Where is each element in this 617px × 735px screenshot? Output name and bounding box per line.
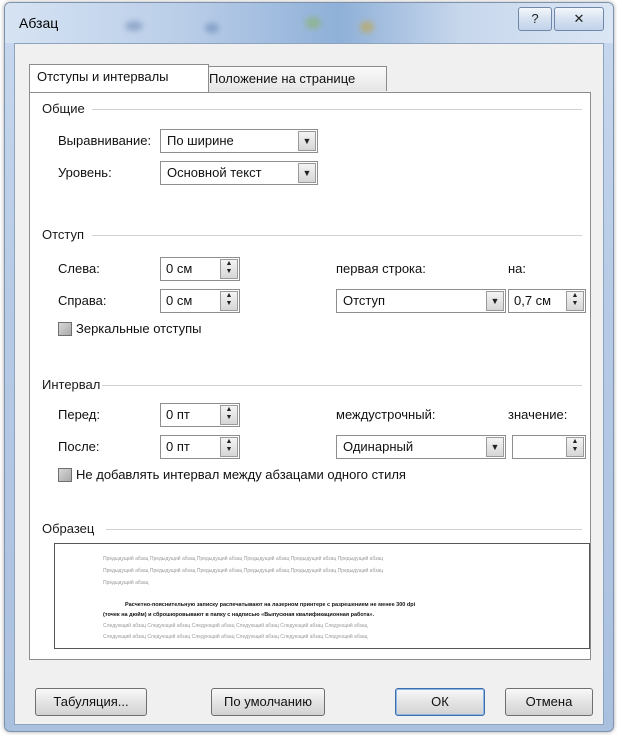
first-line-label: первая строка: <box>336 261 426 276</box>
preview-main-line: Расчетно-пояснительную записку распечаты… <box>125 602 416 608</box>
preview-prev-line: Предыдущий абзац Предыдущий абзац Предыд… <box>103 556 384 562</box>
tab-label: Отступы и интервалы <box>37 69 169 84</box>
divider <box>102 385 582 386</box>
no-space-same-style-label: Не добавлять интервал между абзацами одн… <box>76 467 406 482</box>
spinner-arrows-icon[interactable]: ▲ ▼ <box>220 437 238 457</box>
spacing-after-input[interactable]: 0 пт ▲ ▼ <box>160 435 240 459</box>
tabs-button[interactable]: Табуляция... <box>35 688 147 716</box>
tab-indents-spacing[interactable]: Отступы и интервалы <box>29 64 209 92</box>
background-blur <box>360 21 374 33</box>
spinner-arrows-icon[interactable]: ▲ ▼ <box>566 291 584 311</box>
chevron-down-icon[interactable]: ▼ <box>486 291 504 311</box>
set-default-button[interactable]: По умолчанию <box>211 688 325 716</box>
preview-next-line: Следующий абзац Следующий абзац Следующи… <box>103 623 368 629</box>
spacing-after-value: 0 пт <box>166 439 190 454</box>
divider <box>106 529 582 530</box>
indent-by-label: на: <box>508 261 527 276</box>
alignment-value: По ширине <box>167 133 234 148</box>
cancel-button[interactable]: Отмена <box>505 688 593 716</box>
indent-right-value: 0 см <box>166 293 193 308</box>
level-value: Основной текст <box>167 165 262 180</box>
background-blur <box>305 17 321 29</box>
spacing-before-input[interactable]: 0 пт ▲ ▼ <box>160 403 240 427</box>
spacing-before-value: 0 пт <box>166 407 190 422</box>
ok-button[interactable]: ОК <box>395 688 485 716</box>
indent-by-input[interactable]: 0,7 см ▲ ▼ <box>508 289 586 313</box>
indent-left-input[interactable]: 0 см ▲ ▼ <box>160 257 240 281</box>
indent-by-value: 0,7 см <box>514 293 552 308</box>
line-spacing-value: Одинарный <box>343 439 414 454</box>
spinner-arrows-icon[interactable]: ▲ ▼ <box>220 291 238 311</box>
close-button[interactable]: ✕ <box>554 7 604 31</box>
indent-right-label: Справа: <box>58 293 107 308</box>
line-spacing-at-input[interactable]: ▲ ▼ <box>512 435 586 459</box>
spinner-arrows-icon[interactable]: ▲ ▼ <box>220 405 238 425</box>
level-select[interactable]: Основной текст ▼ <box>160 161 318 185</box>
spacing-heading: Интервал <box>42 377 101 392</box>
indent-heading: Отступ <box>42 227 85 242</box>
chevron-down-icon[interactable]: ▼ <box>298 163 316 183</box>
mirror-indents-label: Зеркальные отступы <box>76 321 202 336</box>
line-spacing-label: междустрочный: <box>336 407 436 422</box>
general-heading: Общие <box>42 101 85 116</box>
close-icon: ✕ <box>573 11 585 26</box>
help-icon: ? <box>531 11 539 26</box>
line-spacing-select[interactable]: Одинарный ▼ <box>336 435 506 459</box>
spacing-after-label: После: <box>58 439 100 454</box>
background-blur <box>205 23 219 33</box>
no-space-same-style-checkbox[interactable] <box>58 468 72 482</box>
window-title: Абзац <box>19 15 59 31</box>
tab-line-page-breaks[interactable]: Положение на странице <box>201 66 387 91</box>
line-spacing-at-label: значение: <box>508 407 568 422</box>
preview-box: Предыдущий абзац Предыдущий абзац Предыд… <box>54 543 590 649</box>
chevron-down-icon[interactable]: ▼ <box>298 131 316 151</box>
indent-right-input[interactable]: 0 см ▲ ▼ <box>160 289 240 313</box>
level-label: Уровень: <box>58 165 112 180</box>
background-blur <box>125 21 143 31</box>
divider <box>92 235 582 236</box>
first-line-select[interactable]: Отступ ▼ <box>336 289 506 313</box>
preview-prev-line: Предыдущий абзац Предыдущий абзац Предыд… <box>103 568 384 574</box>
title-bar[interactable]: Абзац ? ✕ <box>5 3 613 43</box>
preview-prev-line: Предыдущий абзац <box>103 580 149 586</box>
first-line-value: Отступ <box>343 293 386 308</box>
preview-next-line: Следующий абзац Следующий абзац Следующи… <box>103 634 368 640</box>
indent-left-label: Слева: <box>58 261 100 276</box>
preview-heading: Образец <box>42 521 95 536</box>
tab-label: Положение на странице <box>209 71 356 86</box>
mirror-indents-checkbox[interactable] <box>58 322 72 336</box>
alignment-label: Выравнивание: <box>58 133 152 148</box>
paragraph-dialog: Абзац ? ✕ Отступы и интервалы Положение … <box>4 2 614 732</box>
preview-main-line: (точек на дюйм) и сброшюровывают в папку… <box>103 612 374 618</box>
spinner-arrows-icon[interactable]: ▲ ▼ <box>566 437 584 457</box>
chevron-down-icon[interactable]: ▼ <box>486 437 504 457</box>
dialog-body: Отступы и интервалы Положение на страниц… <box>14 43 604 725</box>
spinner-arrows-icon[interactable]: ▲ ▼ <box>220 259 238 279</box>
help-button[interactable]: ? <box>518 7 552 31</box>
divider <box>92 109 582 110</box>
indent-left-value: 0 см <box>166 261 193 276</box>
tab-panel: Общие Выравнивание: По ширине ▼ Уровень:… <box>29 92 591 660</box>
spacing-before-label: Перед: <box>58 407 100 422</box>
alignment-select[interactable]: По ширине ▼ <box>160 129 318 153</box>
